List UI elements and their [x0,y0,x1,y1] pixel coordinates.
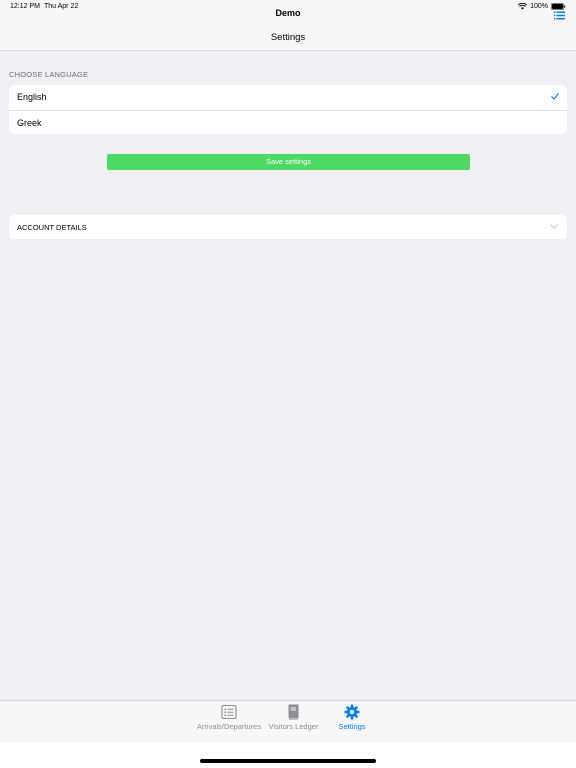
language-section-header: CHOOSE LANGUAGE [9,70,89,79]
tab-label: Arrivals/Departures [196,722,262,731]
language-list: English Greek [9,85,567,134]
navigation-bar: Settings [0,25,576,51]
wifi-icon [518,3,528,10]
battery-percent: 100% [530,3,548,10]
home-indicator[interactable] [200,759,376,763]
menu-icon[interactable] [554,11,565,20]
tab-arrivals-departures[interactable]: Arrivals/Departures [193,701,265,743]
battery-icon [551,3,566,10]
account-details-accordion[interactable]: ACCOUNT DETAILS [9,215,567,239]
app-title: Demo [275,8,301,18]
language-label: Greek [17,117,42,128]
gear-icon [344,704,360,720]
page-title: Settings [270,32,306,43]
checkmark-icon [551,93,559,100]
list-icon [221,704,237,720]
chevron-down-icon [550,224,558,229]
status-bar: 12:12 PM Thu Apr 22 Demo 100% [0,0,576,25]
save-settings-button[interactable]: Save settings [107,154,470,170]
language-option-greek[interactable]: Greek [9,109,567,135]
tab-settings[interactable]: Settings [334,701,370,743]
language-label: English [17,92,47,102]
language-option-english[interactable]: English [9,85,567,110]
tab-label: Visitors Ledger [268,722,319,731]
tab-label: Settings [338,722,366,731]
book-icon [288,704,299,720]
status-indicators: 100% [518,3,566,10]
tab-bar: Arrivals/Departures Visitors Ledger Sett… [0,700,576,742]
account-details-label: ACCOUNT DETAILS [17,223,87,232]
tab-visitors-ledger[interactable]: Visitors Ledger [265,701,322,743]
home-area [0,742,576,768]
